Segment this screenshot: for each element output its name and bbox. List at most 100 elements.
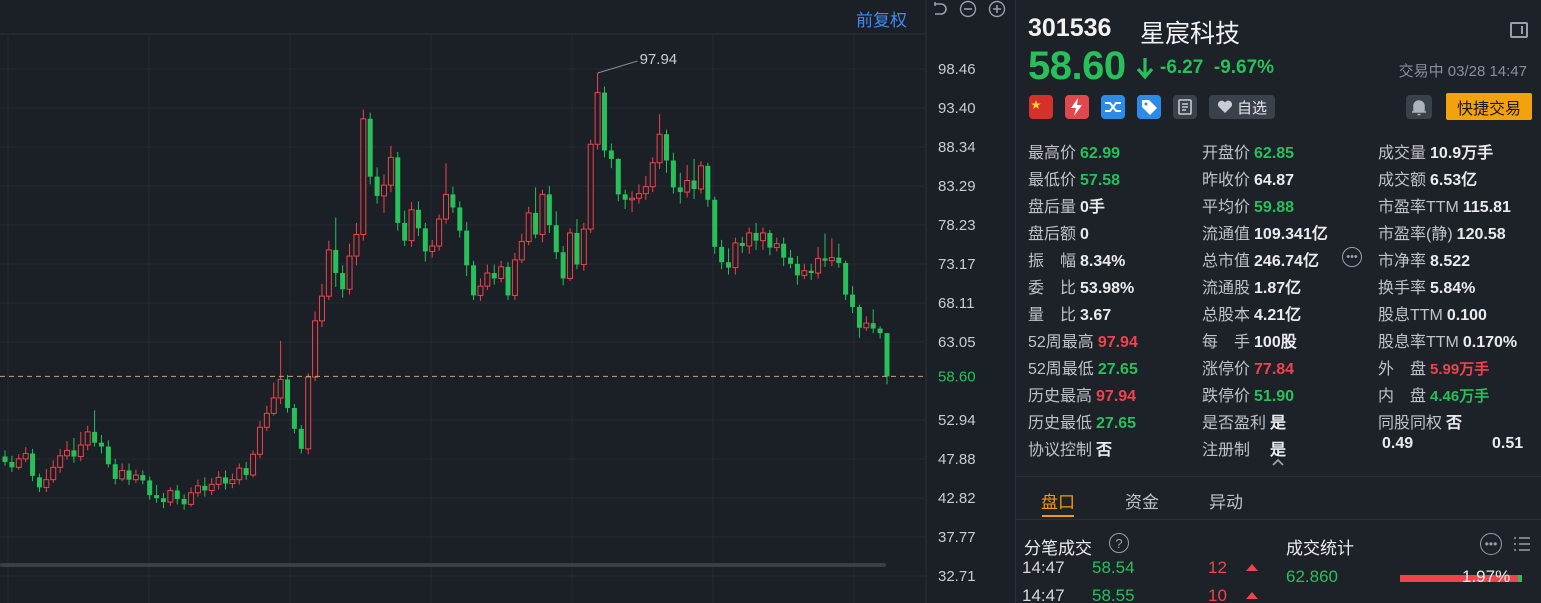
candle-body xyxy=(498,266,505,279)
candle-body xyxy=(147,480,153,496)
candle-body xyxy=(305,376,312,450)
candle-body xyxy=(691,180,697,189)
stat-item: 历史最高 97.94 xyxy=(1028,388,1137,405)
connect-icon[interactable] xyxy=(1101,95,1125,119)
stat-item: 每 手 100股 xyxy=(1202,334,1297,351)
tab-capital[interactable]: 资金 xyxy=(1100,478,1184,520)
tab-orderbook[interactable]: 盘口 xyxy=(1016,478,1100,520)
help-icon[interactable]: ? xyxy=(1109,533,1129,553)
stat-item: 是否盈利是 xyxy=(1202,415,1287,432)
stock-code: 301536 xyxy=(1028,14,1112,42)
y-tick-label: 42.82 xyxy=(938,490,976,507)
candle-body xyxy=(843,263,849,295)
kline-chart-pane[interactable]: 98.46 93.40 88.34 83.29 78.23 73.17 68.11 63.05… xyxy=(0,0,1015,603)
candle-body xyxy=(443,193,449,220)
candle-body xyxy=(629,197,636,201)
panel-toggle-icon[interactable] xyxy=(1510,22,1528,38)
candle-body xyxy=(574,232,580,265)
candle-body xyxy=(719,246,725,263)
watchlist-label: 自选 xyxy=(1237,99,1268,117)
candle-body xyxy=(22,452,29,460)
candle-body xyxy=(291,407,297,429)
notes-icon[interactable] xyxy=(1173,95,1197,119)
candle-body xyxy=(126,470,132,480)
candle-body xyxy=(622,194,628,200)
restore-rights-button[interactable]: 前复权 xyxy=(856,6,907,31)
candle-body xyxy=(43,479,50,488)
candle-body xyxy=(36,477,42,488)
last-price: 58.60 xyxy=(1028,44,1126,88)
candle-body xyxy=(533,212,539,235)
candle-body xyxy=(684,180,691,193)
y-tick-label: 88.34 xyxy=(938,139,976,156)
candle-body xyxy=(511,259,518,296)
candle-body xyxy=(732,242,739,269)
candle-body xyxy=(546,194,552,226)
more-options-icon[interactable]: ••• xyxy=(1480,533,1502,555)
candle-body xyxy=(318,295,325,322)
candle-body xyxy=(402,222,408,241)
collapse-caret-icon[interactable] xyxy=(1270,456,1286,468)
candle-body xyxy=(863,322,870,329)
candle-body xyxy=(664,134,669,161)
candle-body xyxy=(635,193,642,199)
candle-body xyxy=(518,240,525,261)
candle-body xyxy=(277,378,284,399)
ticks-title: 分笔成交 xyxy=(1024,539,1092,558)
candle-body xyxy=(243,468,249,476)
candle-body xyxy=(395,157,401,223)
more-icon[interactable]: ••• xyxy=(1342,247,1362,267)
stat-item: 委 比 53.98% xyxy=(1028,280,1135,297)
candle-body xyxy=(781,243,787,258)
candle-body xyxy=(174,490,180,499)
y-tick-label: 83.29 xyxy=(938,178,976,195)
candle-body xyxy=(77,444,84,458)
quick-trade-button[interactable]: 快捷交易 xyxy=(1446,93,1532,120)
stat-item: 量 比 3.67 xyxy=(1028,307,1112,324)
add-to-watchlist-button[interactable]: 自选 xyxy=(1209,95,1276,119)
stat-item: 换手率 5.84% xyxy=(1378,280,1476,297)
candle-body xyxy=(380,184,387,197)
candle-body xyxy=(587,143,594,230)
candle-body xyxy=(808,270,814,274)
stat-item: 股息TTM 0.100 xyxy=(1378,307,1487,324)
undo-icon[interactable] xyxy=(930,0,948,18)
candle-body xyxy=(705,165,711,200)
candle-body xyxy=(712,199,718,247)
candle-body xyxy=(298,428,304,449)
bell-icon[interactable] xyxy=(1406,95,1432,119)
stat-item: 昨收价 64.87 xyxy=(1202,172,1295,189)
candle-body xyxy=(71,450,77,457)
cn-flag-icon[interactable] xyxy=(1029,95,1053,119)
candle-body xyxy=(188,492,195,505)
candle-body xyxy=(642,186,649,195)
zoom-out-icon[interactable] xyxy=(959,0,977,18)
kline-chart[interactable]: 98.46 93.40 88.34 83.29 78.23 73.17 68.11 63.05… xyxy=(0,0,1015,603)
tab-anomaly[interactable]: 异动 xyxy=(1184,478,1268,520)
candle-body xyxy=(2,456,8,462)
candle-body xyxy=(436,218,443,247)
stat-item: 最高价 62.99 xyxy=(1028,145,1121,162)
stat-item: 52周最高 97.94 xyxy=(1028,334,1138,351)
stat-item: 盘后量 0手 xyxy=(1028,199,1105,216)
tag-icon[interactable] xyxy=(1137,95,1161,119)
list-view-icon[interactable] xyxy=(1512,534,1532,554)
stat-item: 同股同权否 xyxy=(1378,415,1463,432)
stat-item: 盘后额 0 xyxy=(1028,226,1089,243)
zoom-in-icon[interactable] xyxy=(988,0,1006,18)
candle-body xyxy=(202,485,208,491)
candle-body xyxy=(464,230,470,266)
buy-arrow-icon xyxy=(1246,564,1258,571)
lightning-icon[interactable] xyxy=(1065,95,1089,119)
y-tick-label: 37.77 xyxy=(938,529,976,546)
candle-body xyxy=(285,379,291,408)
candle-body xyxy=(50,466,57,481)
candle-body xyxy=(112,464,118,479)
stat-item: 市净率 8.522 xyxy=(1378,253,1471,270)
stat-item: 流通值 109.341亿 xyxy=(1202,226,1328,243)
candle-body xyxy=(333,249,339,274)
stat-item: 振 幅 8.34% xyxy=(1028,253,1126,270)
candle-body xyxy=(850,294,856,307)
stat-item: 市盈率(静) 120.58 xyxy=(1378,226,1506,243)
candle-body xyxy=(429,245,436,252)
